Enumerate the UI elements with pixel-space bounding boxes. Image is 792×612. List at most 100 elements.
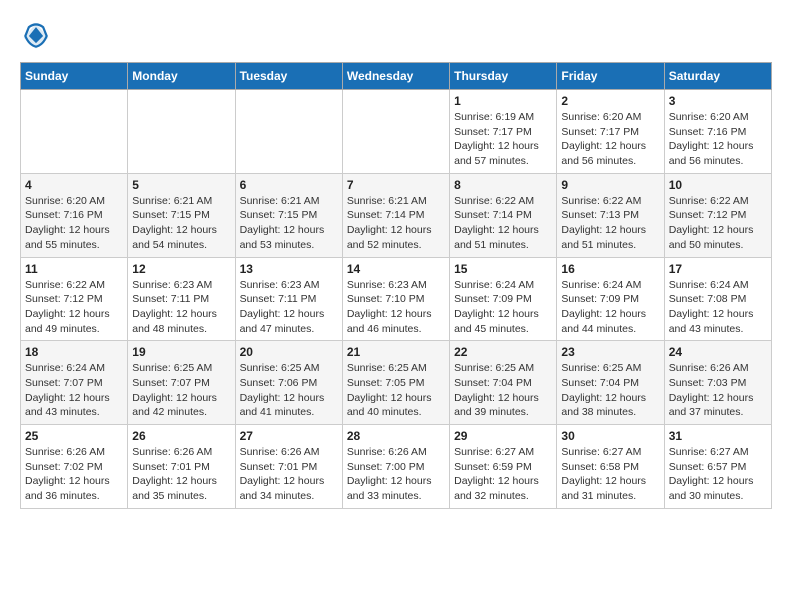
day-detail-10: Sunrise: 6:22 AMSunset: 7:12 PMDaylight:… [669,194,767,253]
day-cell-11: 11 Sunrise: 6:22 AMSunset: 7:12 PMDayligh… [21,257,128,341]
day-detail-18: Sunrise: 6:24 AMSunset: 7:07 PMDaylight:… [25,361,123,420]
day-cell-12: 12 Sunrise: 6:23 AMSunset: 7:11 PMDayligh… [128,257,235,341]
day-number-5: 5 [132,178,230,192]
day-number-17: 17 [669,262,767,276]
day-detail-8: Sunrise: 6:22 AMSunset: 7:14 PMDaylight:… [454,194,552,253]
day-cell-3: 3 Sunrise: 6:20 AMSunset: 7:16 PMDaylight… [664,90,771,174]
day-number-3: 3 [669,94,767,108]
day-number-18: 18 [25,345,123,359]
day-number-31: 31 [669,429,767,443]
day-cell-20: 20Sunrise: 6:25 AMSunset: 7:06 PMDayligh… [235,341,342,425]
day-number-22: 22 [454,345,552,359]
week-row-2: 4 Sunrise: 6:20 AMSunset: 7:16 PMDaylight… [21,173,772,257]
day-cell-15: 15 Sunrise: 6:24 AMSunset: 7:09 PMDayligh… [450,257,557,341]
header-sunday: Sunday [21,63,128,90]
empty-cell [21,90,128,174]
day-detail-15: Sunrise: 6:24 AMSunset: 7:09 PMDaylight:… [454,278,552,337]
day-number-7: 7 [347,178,445,192]
day-number-23: 23 [561,345,659,359]
day-cell-14: 14 Sunrise: 6:23 AMSunset: 7:10 PMDayligh… [342,257,449,341]
day-detail-26: Sunrise: 6:26 AMSunset: 7:01 PMDaylight:… [132,445,230,504]
logo-icon [20,20,52,52]
day-cell-19: 19 Sunrise: 6:25 AMSunset: 7:07 PMDayligh… [128,341,235,425]
day-detail-28: Sunrise: 6:26 AMSunset: 7:00 PMDaylight:… [347,445,445,504]
day-number-4: 4 [25,178,123,192]
day-cell-21: 21 Sunrise: 6:25 AMSunset: 7:05 PMDayligh… [342,341,449,425]
day-detail-29: Sunrise: 6:27 AMSunset: 6:59 PMDaylight:… [454,445,552,504]
header-thursday: Thursday [450,63,557,90]
day-number-9: 9 [561,178,659,192]
day-detail-14: Sunrise: 6:23 AMSunset: 7:10 PMDaylight:… [347,278,445,337]
day-cell-4: 4 Sunrise: 6:20 AMSunset: 7:16 PMDaylight… [21,173,128,257]
page-header [20,20,772,52]
day-detail-25: Sunrise: 6:26 AMSunset: 7:02 PMDaylight:… [25,445,123,504]
day-cell-31: 31Sunrise: 6:27 AMSunset: 6:57 PMDayligh… [664,425,771,509]
day-number-25: 25 [25,429,123,443]
day-cell-27: 27 Sunrise: 6:26 AMSunset: 7:01 PMDayligh… [235,425,342,509]
day-number-21: 21 [347,345,445,359]
day-cell-13: 13 Sunrise: 6:23 AMSunset: 7:11 PMDayligh… [235,257,342,341]
day-cell-1: 1Sunrise: 6:19 AMSunset: 7:17 PMDaylight… [450,90,557,174]
header-tuesday: Tuesday [235,63,342,90]
calendar-table: SundayMondayTuesdayWednesdayThursdayFrid… [20,62,772,509]
header-saturday: Saturday [664,63,771,90]
day-detail-19: Sunrise: 6:25 AMSunset: 7:07 PMDaylight:… [132,361,230,420]
week-row-5: 25 Sunrise: 6:26 AMSunset: 7:02 PMDayligh… [21,425,772,509]
day-detail-4: Sunrise: 6:20 AMSunset: 7:16 PMDaylight:… [25,194,123,253]
week-row-4: 18 Sunrise: 6:24 AMSunset: 7:07 PMDayligh… [21,341,772,425]
day-number-6: 6 [240,178,338,192]
day-number-13: 13 [240,262,338,276]
day-number-27: 27 [240,429,338,443]
day-detail-2: Sunrise: 6:20 AMSunset: 7:17 PMDaylight:… [561,110,659,169]
day-cell-16: 16 Sunrise: 6:24 AMSunset: 7:09 PMDayligh… [557,257,664,341]
day-number-19: 19 [132,345,230,359]
day-number-15: 15 [454,262,552,276]
day-detail-20: Sunrise: 6:25 AMSunset: 7:06 PMDaylight:… [240,361,338,420]
day-number-30: 30 [561,429,659,443]
day-number-28: 28 [347,429,445,443]
day-detail-22: Sunrise: 6:25 AMSunset: 7:04 PMDaylight:… [454,361,552,420]
day-cell-7: 7Sunrise: 6:21 AMSunset: 7:14 PMDaylight… [342,173,449,257]
day-cell-23: 23 Sunrise: 6:25 AMSunset: 7:04 PMDayligh… [557,341,664,425]
day-cell-28: 28 Sunrise: 6:26 AMSunset: 7:00 PMDayligh… [342,425,449,509]
logo [20,20,58,52]
day-number-29: 29 [454,429,552,443]
day-detail-12: Sunrise: 6:23 AMSunset: 7:11 PMDaylight:… [132,278,230,337]
day-detail-23: Sunrise: 6:25 AMSunset: 7:04 PMDaylight:… [561,361,659,420]
day-cell-8: 8 Sunrise: 6:22 AMSunset: 7:14 PMDaylight… [450,173,557,257]
day-number-10: 10 [669,178,767,192]
header-friday: Friday [557,63,664,90]
day-cell-9: 9Sunrise: 6:22 AMSunset: 7:13 PMDaylight… [557,173,664,257]
day-cell-22: 22 Sunrise: 6:25 AMSunset: 7:04 PMDayligh… [450,341,557,425]
day-detail-30: Sunrise: 6:27 AMSunset: 6:58 PMDaylight:… [561,445,659,504]
day-cell-17: 17 Sunrise: 6:24 AMSunset: 7:08 PMDayligh… [664,257,771,341]
day-detail-17: Sunrise: 6:24 AMSunset: 7:08 PMDaylight:… [669,278,767,337]
day-cell-30: 30 Sunrise: 6:27 AMSunset: 6:58 PMDayligh… [557,425,664,509]
empty-cell [235,90,342,174]
day-cell-2: 2Sunrise: 6:20 AMSunset: 7:17 PMDaylight… [557,90,664,174]
week-row-1: 1Sunrise: 6:19 AMSunset: 7:17 PMDaylight… [21,90,772,174]
day-detail-5: Sunrise: 6:21 AMSunset: 7:15 PMDaylight:… [132,194,230,253]
day-cell-5: 5 Sunrise: 6:21 AMSunset: 7:15 PMDaylight… [128,173,235,257]
day-detail-6: Sunrise: 6:21 AMSunset: 7:15 PMDaylight:… [240,194,338,253]
day-number-14: 14 [347,262,445,276]
week-row-3: 11 Sunrise: 6:22 AMSunset: 7:12 PMDayligh… [21,257,772,341]
day-detail-27: Sunrise: 6:26 AMSunset: 7:01 PMDaylight:… [240,445,338,504]
day-detail-3: Sunrise: 6:20 AMSunset: 7:16 PMDaylight:… [669,110,767,169]
day-cell-6: 6 Sunrise: 6:21 AMSunset: 7:15 PMDaylight… [235,173,342,257]
day-number-8: 8 [454,178,552,192]
day-detail-16: Sunrise: 6:24 AMSunset: 7:09 PMDaylight:… [561,278,659,337]
day-cell-24: 24 Sunrise: 6:26 AMSunset: 7:03 PMDayligh… [664,341,771,425]
day-number-16: 16 [561,262,659,276]
day-cell-10: 10 Sunrise: 6:22 AMSunset: 7:12 PMDayligh… [664,173,771,257]
day-detail-11: Sunrise: 6:22 AMSunset: 7:12 PMDaylight:… [25,278,123,337]
day-detail-13: Sunrise: 6:23 AMSunset: 7:11 PMDaylight:… [240,278,338,337]
day-number-26: 26 [132,429,230,443]
day-number-11: 11 [25,262,123,276]
day-number-24: 24 [669,345,767,359]
day-detail-21: Sunrise: 6:25 AMSunset: 7:05 PMDaylight:… [347,361,445,420]
empty-cell [342,90,449,174]
day-number-12: 12 [132,262,230,276]
day-detail-24: Sunrise: 6:26 AMSunset: 7:03 PMDaylight:… [669,361,767,420]
day-cell-29: 29 Sunrise: 6:27 AMSunset: 6:59 PMDayligh… [450,425,557,509]
